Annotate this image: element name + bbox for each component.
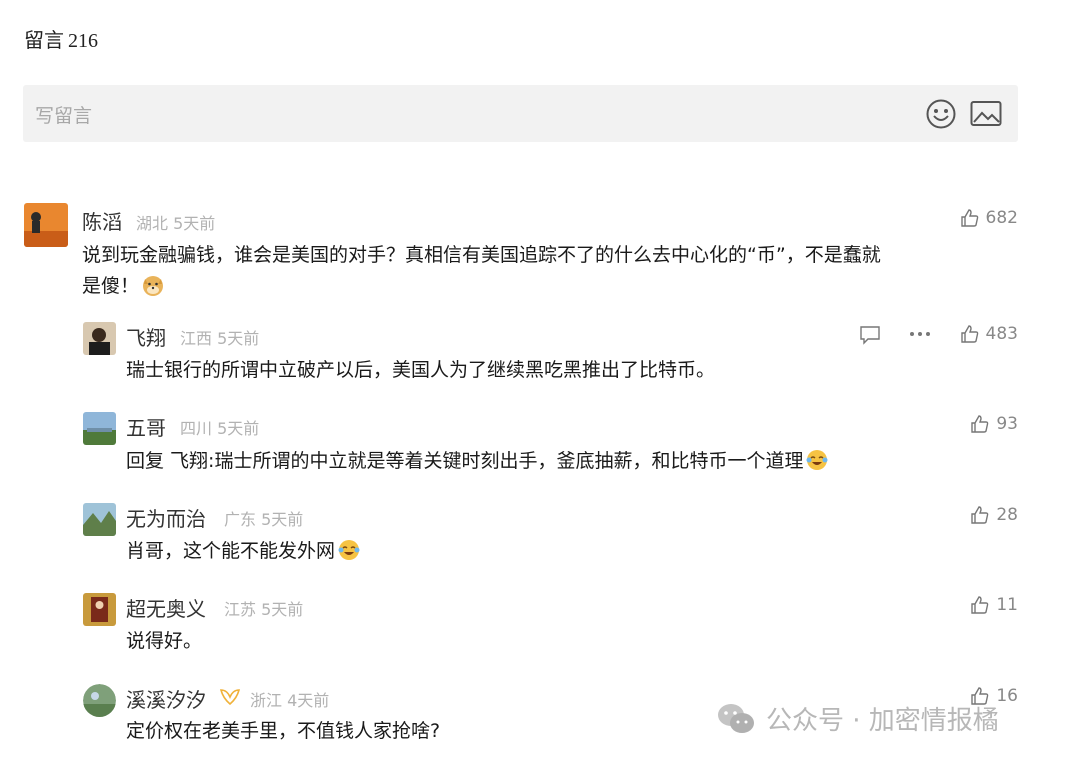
comment-text-body: 瑞士所谓的中立就是等着关键时刻出手，釜底抽薪，和比特币一个道理 [214,450,804,472]
comment-text: 说到玩金融骗钱，谁会是美国的对手？真相信有美国追踪不了的什么去中心化的“币”，不… [82,240,1017,302]
comment-time: 5天前 [261,510,304,529]
like-count: 682 [985,208,1018,228]
like-count: 93 [996,414,1018,434]
wechat-icon [718,703,754,733]
watermark: 公众号 · 加密情报橘 [716,700,999,737]
laughing-crying-emoji-icon [338,540,360,560]
avatar[interactable] [83,503,116,536]
comment-text-line: 说到玩金融骗钱，谁会是美国的对手？真相信有美国追踪不了的什么去中心化的“币”，不… [82,244,881,266]
comment-author[interactable]: 飞翔 [126,322,166,351]
comment-region: 湖北 [136,214,169,233]
doge-emoji-icon [143,276,164,296]
avatar[interactable] [83,684,116,717]
comment-time: 5天前 [173,214,216,233]
comment-author[interactable]: 无为而治 [126,503,206,532]
avatar[interactable] [83,412,116,445]
comments-header: 留言 216 [24,24,98,53]
thumbs-up-icon [971,506,989,524]
comment-meta: 江苏 5天前 [224,596,303,620]
comment-meta: 江西 5天前 [180,325,259,349]
emoji-icon[interactable] [925,98,957,130]
more-icon[interactable] [909,331,931,337]
write-comment-box[interactable]: 写留言 [23,85,1018,142]
thumbs-up-icon [960,209,978,227]
comment-time: 5天前 [217,329,260,348]
comment-meta: 浙江 4天前 [250,687,329,711]
like-button[interactable]: 28 [970,505,1018,525]
avatar[interactable] [83,593,116,626]
like-count: 16 [996,686,1018,706]
comment-text: 回复 飞翔:瑞士所谓的中立就是等着关键时刻出手，釜底抽薪，和比特币一个道理 [126,446,1016,477]
badge-icon [219,689,241,706]
comment-author[interactable]: 五哥 [126,412,166,441]
image-icon[interactable] [970,100,1002,128]
comment-author[interactable]: 溪溪汐汐 [126,684,206,713]
avatar[interactable] [24,203,68,247]
comment-text: 肖哥，这个能不能发外网 [126,536,1016,567]
comment-time: 5天前 [217,419,260,438]
comment-region: 四川 [180,419,213,438]
comment-time: 5天前 [261,600,304,619]
comment-author[interactable]: 陈滔 [82,206,122,235]
like-count: 28 [996,505,1018,525]
comments-title: 留言 [24,28,64,52]
like-count: 483 [985,324,1018,344]
watermark-text: 公众号 · 加密情报橘 [766,706,999,736]
reply-prefix[interactable]: 回复 飞翔: [126,450,214,472]
comment-text-body: 肖哥，这个能不能发外网 [126,540,336,562]
comment-text-line: 是傻！ [82,275,140,297]
comment-meta: 四川 5天前 [180,415,259,439]
thumbs-up-icon [971,596,989,614]
like-button[interactable]: 682 [960,208,1018,228]
like-button[interactable]: 483 [960,324,1018,344]
comment-author[interactable]: 超无奥义 [126,593,206,622]
like-button[interactable]: 93 [970,414,1018,434]
comments-count: 216 [68,30,98,52]
like-button[interactable]: 11 [970,595,1018,615]
comment-time: 4天前 [287,691,330,710]
reply-icon[interactable] [859,325,881,345]
write-comment-placeholder: 写留言 [35,105,93,127]
avatar[interactable] [83,322,116,355]
thumbs-up-icon [971,415,989,433]
comment-region: 浙江 [250,691,283,710]
comment-text: 瑞士银行的所谓中立破产以后，美国人为了继续黑吃黑推出了比特币。 [126,359,716,381]
comment-meta: 湖北 5天前 [136,210,215,234]
comment-meta: 广东 5天前 [224,506,303,530]
comment-text: 说得好。 [126,630,203,652]
comment-region: 江苏 [224,600,257,619]
like-count: 11 [996,595,1018,615]
comment-region: 江西 [180,329,213,348]
comment-region: 广东 [224,510,257,529]
laughing-crying-emoji-icon [806,450,828,470]
thumbs-up-icon [960,325,978,343]
